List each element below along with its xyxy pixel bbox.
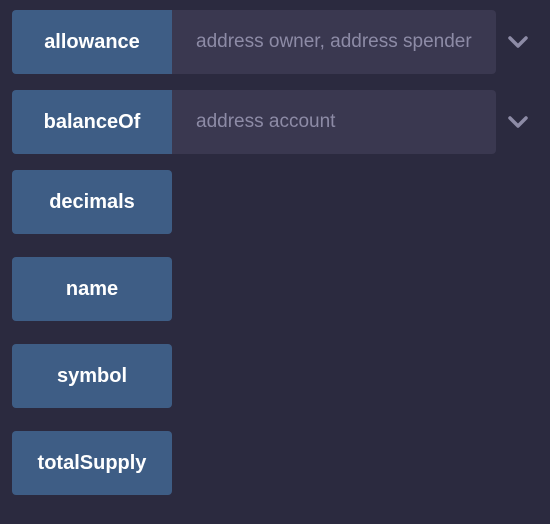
decimals-button[interactable]: decimals <box>12 170 172 234</box>
function-row-allowance: allowance <box>12 10 538 74</box>
totalsupply-button[interactable]: totalSupply <box>12 431 172 495</box>
allowance-args-input[interactable] <box>172 10 496 74</box>
chevron-down-icon[interactable] <box>498 102 538 142</box>
name-button[interactable]: name <box>12 257 172 321</box>
function-row-totalsupply: totalSupply <box>12 431 172 495</box>
contract-read-functions-panel: allowance balanceOf decimals name symbol… <box>0 0 550 524</box>
chevron-down-icon[interactable] <box>498 22 538 62</box>
symbol-button[interactable]: symbol <box>12 344 172 408</box>
function-row-symbol: symbol <box>12 344 172 408</box>
allowance-button[interactable]: allowance <box>12 10 172 74</box>
function-row-decimals: decimals <box>12 170 172 234</box>
balanceof-button[interactable]: balanceOf <box>12 90 172 154</box>
function-row-balanceof: balanceOf <box>12 90 538 154</box>
function-row-name: name <box>12 257 172 321</box>
balanceof-args-input[interactable] <box>172 90 496 154</box>
